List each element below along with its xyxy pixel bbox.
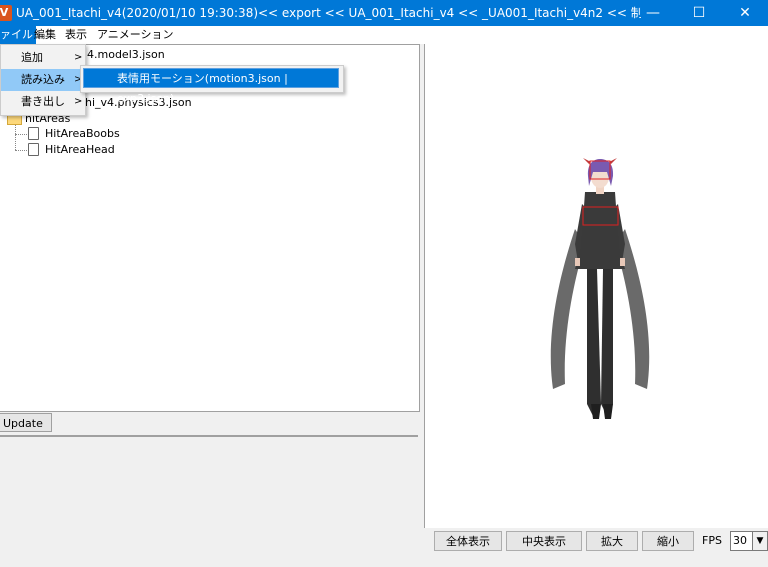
- left-leg: [587, 269, 601, 416]
- right-leg: [601, 269, 613, 416]
- right-boot: [603, 404, 613, 419]
- tree-connector: [15, 150, 27, 151]
- fps-label: FPS: [702, 534, 722, 547]
- file-icon: [28, 127, 39, 140]
- maximize-button[interactable]: ☐: [676, 0, 722, 26]
- title-bar: V UA_001_Itachi_v4(2020/01/10 19:30:38)<…: [0, 0, 768, 26]
- file-menu-export-label: 書き出し: [21, 95, 65, 108]
- window-title: UA_001_Itachi_v4(2020/01/10 19:30:38)<< …: [16, 6, 641, 20]
- chevron-right-icon: >: [74, 96, 83, 107]
- tree-connector: [15, 125, 16, 150]
- menu-bar: ァイル 編集 表示 アニメーション: [0, 26, 768, 44]
- menu-edit[interactable]: 編集: [31, 26, 59, 44]
- character-model: [550, 158, 650, 419]
- left-boot: [591, 404, 601, 419]
- submenu-expression-motion[interactable]: 表情用モーション(motion3.json | exp3.json): [83, 68, 339, 105]
- fps-input[interactable]: 30: [730, 531, 753, 551]
- file-menu-add[interactable]: 追加 >: [1, 47, 85, 69]
- lower-panel: [0, 435, 418, 567]
- file-menu-add-label: 追加: [21, 51, 43, 64]
- file-menu-load-label: 読み込み: [21, 73, 65, 86]
- load-submenu: 表情用モーション(motion3.json | exp3.json): [80, 65, 344, 105]
- zoom-out-button[interactable]: 縮小: [642, 531, 694, 551]
- tree-item-model-file[interactable]: 4.model3.json: [87, 47, 165, 63]
- file-icon: [28, 143, 39, 156]
- tree-item-hitarea-head[interactable]: HitAreaHead: [45, 142, 115, 158]
- left-hand: [575, 258, 580, 266]
- menu-view[interactable]: 表示: [62, 26, 90, 44]
- tree-item-hitarea-boobs[interactable]: HitAreaBoobs: [45, 126, 120, 142]
- file-menu-dropdown: 追加 > 読み込み > 書き出し >: [0, 44, 86, 116]
- file-menu-load[interactable]: 読み込み >: [1, 69, 85, 91]
- close-button[interactable]: ✕: [722, 0, 768, 26]
- torso: [575, 192, 625, 269]
- fps-dropdown-icon[interactable]: ▼: [752, 531, 768, 551]
- update-button[interactable]: Update: [0, 413, 52, 432]
- submenu-expression-motion-label: 表情用モーション(motion3.json | exp3.json): [117, 72, 288, 105]
- zoom-in-button[interactable]: 拡大: [586, 531, 638, 551]
- right-hand: [620, 258, 625, 266]
- model-viewer[interactable]: [424, 44, 768, 528]
- file-menu-export[interactable]: 書き出し >: [1, 91, 85, 113]
- show-all-button[interactable]: 全体表示: [434, 531, 502, 551]
- minimize-button[interactable]: —: [630, 0, 676, 26]
- tree-connector: [15, 134, 27, 135]
- app-icon: V: [0, 5, 12, 21]
- center-view-button[interactable]: 中央表示: [506, 531, 582, 551]
- viewer-controls: 全体表示 中央表示 拡大 縮小 FPS 30 ▼: [424, 528, 768, 559]
- menu-animation[interactable]: アニメーション: [94, 26, 177, 44]
